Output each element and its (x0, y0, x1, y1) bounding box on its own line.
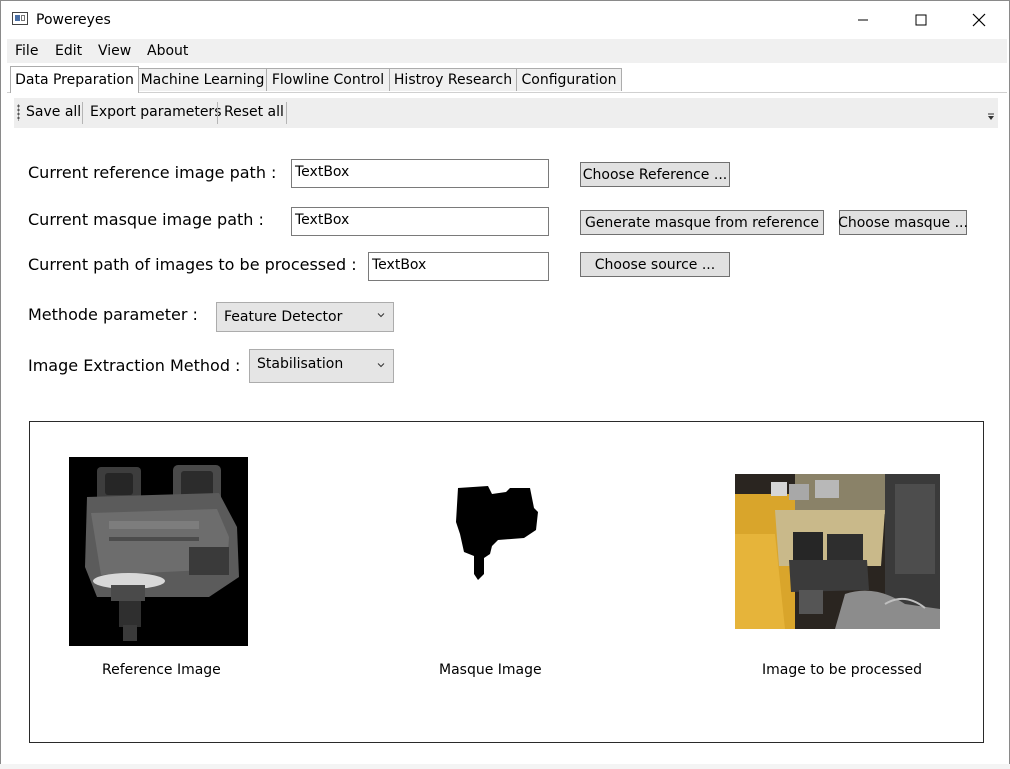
extraction-method-select[interactable]: Stabilisation (249, 349, 394, 383)
reset-all-button[interactable]: Reset all (224, 104, 284, 120)
window-title: Powereyes (36, 12, 111, 28)
toolbar-separator (217, 102, 218, 124)
extraction-method-label: Image Extraction Method : (28, 356, 241, 375)
maximize-button[interactable] (892, 1, 950, 39)
masque-path-input[interactable]: TextBox (291, 207, 549, 236)
generate-masque-button[interactable]: Generate masque from reference (580, 210, 824, 235)
maximize-icon (915, 14, 927, 26)
masque-path-label: Current masque image path : (28, 210, 264, 229)
toolbar-separator (286, 102, 287, 124)
processed-image (735, 474, 940, 629)
reference-path-input[interactable]: TextBox (291, 159, 549, 188)
tab-flowline-control[interactable]: Flowline Control (266, 68, 390, 91)
methode-parameter-select[interactable]: Feature Detector (216, 302, 394, 332)
reference-path-label: Current reference image path : (28, 163, 277, 182)
source-path-input[interactable]: TextBox (368, 252, 549, 281)
choose-reference-button[interactable]: Choose Reference ... (580, 162, 730, 187)
tab-data-preparation[interactable]: Data Preparation (10, 66, 139, 93)
save-all-button[interactable]: Save all (26, 104, 81, 120)
chevron-down-icon (377, 363, 385, 368)
methode-parameter-label: Methode parameter : (28, 305, 198, 324)
export-parameters-button[interactable]: Export parameters (90, 104, 221, 120)
image-preview-panel: Reference Image Masque Image Image to be… (29, 421, 984, 743)
chevron-down-icon (377, 313, 385, 318)
processed-image-caption: Image to be processed (762, 662, 923, 678)
tab-configuration[interactable]: Configuration (516, 68, 622, 91)
toolbar: Save all Export parameters Reset all (14, 98, 998, 128)
tab-history-research[interactable]: Histroy Research (389, 68, 517, 91)
minimize-icon (858, 19, 868, 21)
menu-view[interactable]: View (98, 43, 131, 59)
reference-image-caption: Reference Image (102, 662, 221, 678)
toolbar-grip-icon[interactable] (17, 104, 20, 121)
masque-image (456, 486, 538, 580)
minimize-button[interactable] (834, 1, 892, 39)
menu-about[interactable]: About (147, 43, 188, 59)
menu-file[interactable]: File (15, 43, 38, 59)
extraction-method-value: Stabilisation (257, 356, 344, 372)
tab-bar: Data Preparation Machine Learning Flowli… (7, 66, 1007, 93)
choose-source-button[interactable]: Choose source ... (580, 252, 730, 277)
toolbar-overflow-icon[interactable] (986, 112, 996, 122)
menu-edit[interactable]: Edit (55, 43, 82, 59)
title-bar: Powereyes (1, 1, 1009, 39)
menu-bar: File Edit View About (7, 39, 1007, 63)
tab-machine-learning[interactable]: Machine Learning (138, 68, 267, 91)
app-icon (12, 12, 28, 25)
reference-image (69, 457, 248, 646)
window-bottom-edge (0, 764, 1010, 769)
choose-masque-button[interactable]: Choose masque ... (838, 210, 968, 235)
app-window: Powereyes File Edit View About Data Prep… (0, 0, 1010, 766)
close-button[interactable] (950, 1, 1008, 39)
close-icon (972, 13, 986, 27)
source-path-label: Current path of images to be processed : (28, 255, 357, 274)
masque-image-caption: Masque Image (439, 662, 542, 678)
methode-parameter-value: Feature Detector (224, 309, 343, 325)
toolbar-separator (82, 102, 83, 124)
